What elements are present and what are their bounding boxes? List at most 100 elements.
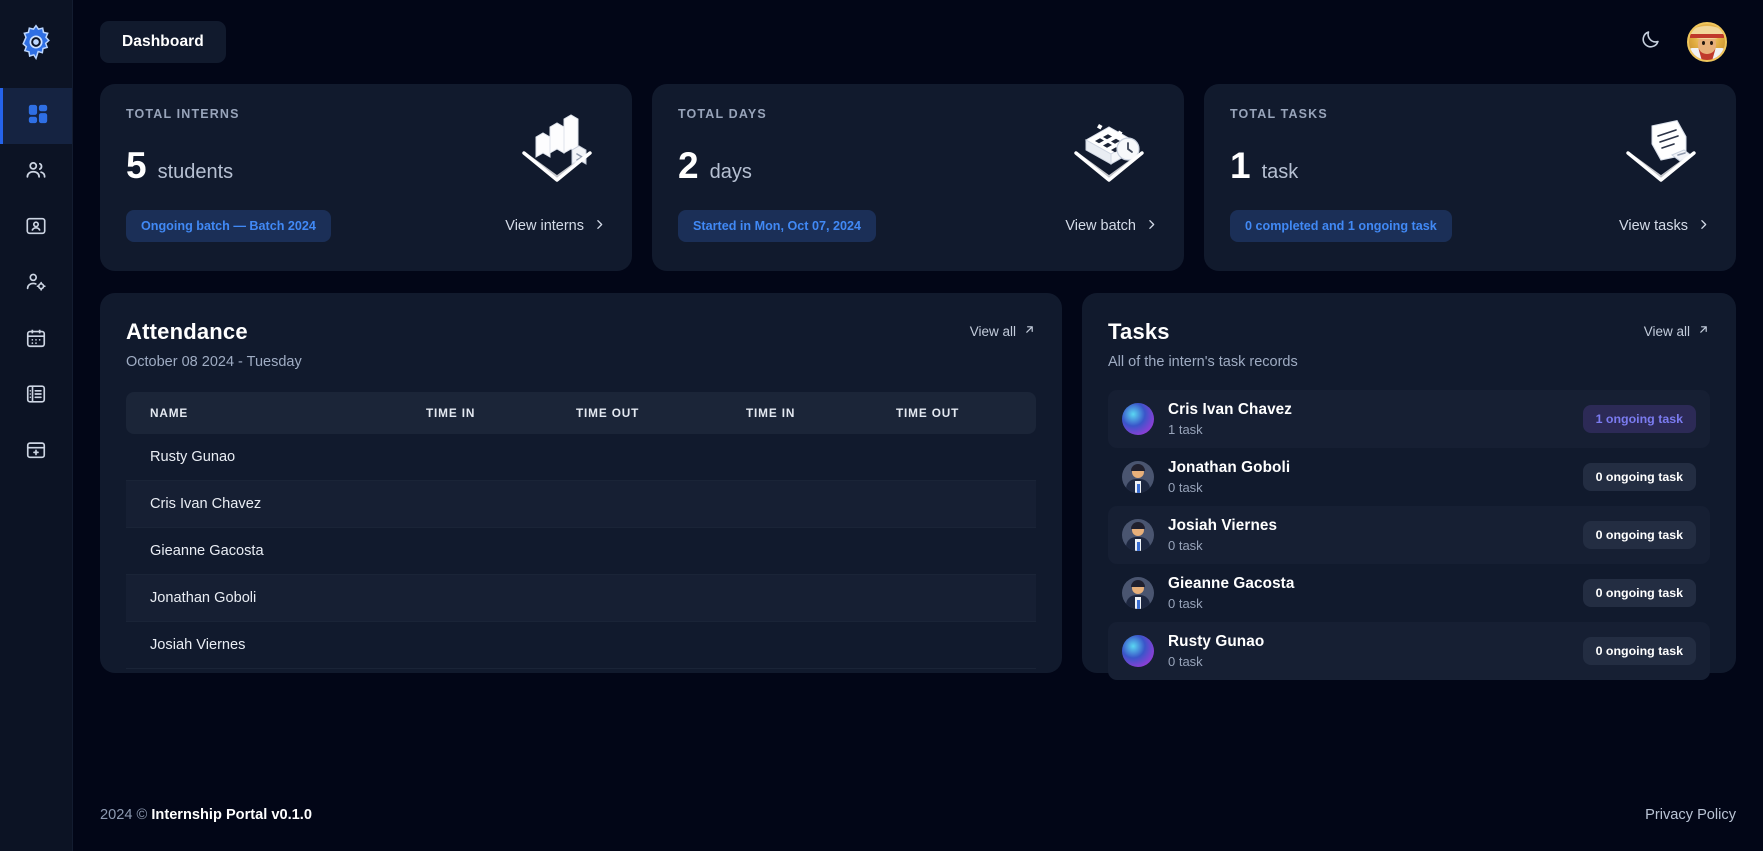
person-avatar xyxy=(1122,519,1154,551)
list-item[interactable]: Gieanne Gacosta 0 task 0 ongoing task xyxy=(1108,564,1710,622)
tab-dashboard[interactable]: Dashboard xyxy=(100,21,226,63)
view-tasks-label: View tasks xyxy=(1618,218,1688,234)
cell-time-out-1 xyxy=(576,480,746,528)
sidebar-item-archive[interactable] xyxy=(0,424,72,480)
sidebar-item-interns[interactable] xyxy=(0,144,72,200)
users-icon xyxy=(25,159,47,186)
dashboard-grid-icon xyxy=(27,103,49,130)
avatar-tie xyxy=(1137,600,1140,609)
status-badge: 0 ongoing task xyxy=(1582,521,1696,549)
attendance-date: October 08 2024 - Tuesday xyxy=(126,354,302,370)
stat-card-total-tasks: TOTAL TASKS 1 task 0 completed and 1 ong… xyxy=(1204,84,1736,271)
list-item[interactable]: Cris Ivan Chavez 1 task 1 ongoing task xyxy=(1108,390,1710,448)
status-badge[interactable]: 0 completed and 1 ongoing task xyxy=(1230,210,1452,242)
avatar-tie xyxy=(1137,484,1140,493)
tasks-list: Cris Ivan Chavez 1 task 1 ongoing task J… xyxy=(1108,390,1710,680)
list-item[interactable]: Jonathan Goboli 0 task 0 ongoing task xyxy=(1108,448,1710,506)
cell-time-in-2 xyxy=(746,480,896,528)
column-header-name: NAME xyxy=(150,406,189,420)
avatar-tie xyxy=(1137,542,1140,551)
cell-name: Rusty Gunao xyxy=(126,434,426,481)
sidebar xyxy=(0,0,73,851)
sidebar-item-records[interactable] xyxy=(0,368,72,424)
table-row[interactable]: Jonathan Goboli xyxy=(126,574,1036,622)
stat-number: 5 xyxy=(126,145,147,186)
view-tasks-link[interactable]: View tasks xyxy=(1619,218,1710,235)
status-badge: 0 ongoing task xyxy=(1582,579,1696,607)
task-intern-name: Rusty Gunao xyxy=(1168,633,1265,650)
task-count: 0 task xyxy=(1168,654,1203,669)
sidebar-item-calendar[interactable] xyxy=(0,312,72,368)
footer-copyright: 2024 © Internship Portal v0.1.0 xyxy=(100,807,312,823)
task-count: 0 task xyxy=(1168,480,1203,495)
app-root: Dashboard TOTAL INTERNS 5 students Ongoi… xyxy=(0,0,1763,851)
sidebar-item-dashboard[interactable] xyxy=(0,88,72,144)
id-card-icon xyxy=(25,215,47,242)
stat-number: 2 xyxy=(678,145,699,186)
avatar-hair xyxy=(1131,464,1145,471)
person-avatar xyxy=(1122,461,1154,493)
task-intern-name: Josiah Viernes xyxy=(1168,517,1278,534)
attendance-titles: Attendance October 08 2024 - Tuesday xyxy=(126,319,302,370)
sidebar-nav xyxy=(0,88,72,480)
status-badge[interactable]: Started in Mon, Oct 07, 2024 xyxy=(678,210,876,242)
brand-logo[interactable] xyxy=(0,0,72,88)
task-intern-name: Gieanne Gacosta xyxy=(1168,575,1295,592)
tasks-view-all-label: View all xyxy=(1643,323,1690,339)
attendance-view-all-label: View all xyxy=(969,323,1016,339)
list-item[interactable]: Josiah Viernes 0 task 0 ongoing task xyxy=(1108,506,1710,564)
stat-bottom: 0 completed and 1 ongoing task View task… xyxy=(1230,210,1710,242)
footer: 2024 © Internship Portal v0.1.0 Privacy … xyxy=(73,779,1763,851)
avatar-eye-left xyxy=(1702,41,1705,45)
task-intern-name: Jonathan Goboli xyxy=(1168,459,1291,476)
cell-time-in-2 xyxy=(746,527,896,575)
cell-name: Cris Ivan Chavez xyxy=(126,480,426,528)
arrow-up-right-icon xyxy=(1023,323,1036,339)
theme-toggle-button[interactable] xyxy=(1633,25,1667,59)
planet-avatar xyxy=(1122,403,1154,435)
cell-time-in-1 xyxy=(426,527,576,575)
avatar-hat-band xyxy=(1690,34,1724,38)
avatar-eye-right xyxy=(1710,41,1713,45)
stat-cards: TOTAL INTERNS 5 students Ongoing batch —… xyxy=(100,84,1736,271)
column-header-time-in-1: TIME IN xyxy=(426,406,476,420)
stat-card-total-days: TOTAL DAYS 2 days Started in Mon, Oct 07… xyxy=(652,84,1184,271)
sidebar-item-user-settings[interactable] xyxy=(0,256,72,312)
stat-card-total-interns: TOTAL INTERNS 5 students Ongoing batch —… xyxy=(100,84,632,271)
stat-unit: task xyxy=(1261,161,1299,183)
table-row[interactable]: Cris Ivan Chavez xyxy=(126,480,1036,528)
cell-time-out-1 xyxy=(576,621,746,669)
stat-bottom: Ongoing batch — Batch 2024 View interns xyxy=(126,210,606,242)
column-header-time-in-2: TIME IN xyxy=(746,406,796,420)
stat-number: 1 xyxy=(1230,145,1251,186)
sidebar-item-profiles[interactable] xyxy=(0,200,72,256)
table-row[interactable]: Rusty Gunao xyxy=(126,434,1036,481)
attendance-view-all-link[interactable]: View all xyxy=(970,319,1036,339)
avatar[interactable] xyxy=(1687,22,1727,62)
status-badge[interactable]: Ongoing batch — Batch 2024 xyxy=(126,210,331,242)
attendance-header: Attendance October 08 2024 - Tuesday Vie… xyxy=(126,319,1036,370)
avatar-hair xyxy=(1131,522,1145,529)
privacy-policy-link[interactable]: Privacy Policy xyxy=(1645,807,1736,823)
cell-time-out-2 xyxy=(896,527,1036,575)
table-row[interactable]: Gieanne Gacosta xyxy=(126,527,1036,575)
view-batch-link[interactable]: View batch xyxy=(1065,218,1158,235)
status-badge: 1 ongoing task xyxy=(1582,405,1696,433)
tasks-header: Tasks All of the intern's task records V… xyxy=(1108,319,1710,370)
chevron-right-icon xyxy=(593,218,606,235)
content: TOTAL INTERNS 5 students Ongoing batch —… xyxy=(73,84,1763,779)
status-badge: 0 ongoing task xyxy=(1582,637,1696,665)
tasks-view-all-link[interactable]: View all xyxy=(1644,319,1710,339)
footer-year: 2024 xyxy=(100,807,133,823)
column-header-time-out-1: TIME OUT xyxy=(576,406,640,420)
task-count: 0 task xyxy=(1168,538,1203,553)
list-item[interactable]: Rusty Gunao 0 task 0 ongoing task xyxy=(1108,622,1710,680)
document-3d-icon xyxy=(1614,110,1708,203)
task-count: 1 task xyxy=(1168,422,1203,437)
table-row[interactable]: Josiah Viernes xyxy=(126,621,1036,669)
topbar: Dashboard xyxy=(73,0,1763,84)
cell-time-out-2 xyxy=(896,621,1036,669)
arrow-up-right-icon xyxy=(1697,323,1710,339)
task-meta: Cris Ivan Chavez 1 task xyxy=(1168,401,1583,437)
view-interns-link[interactable]: View interns xyxy=(505,218,606,235)
